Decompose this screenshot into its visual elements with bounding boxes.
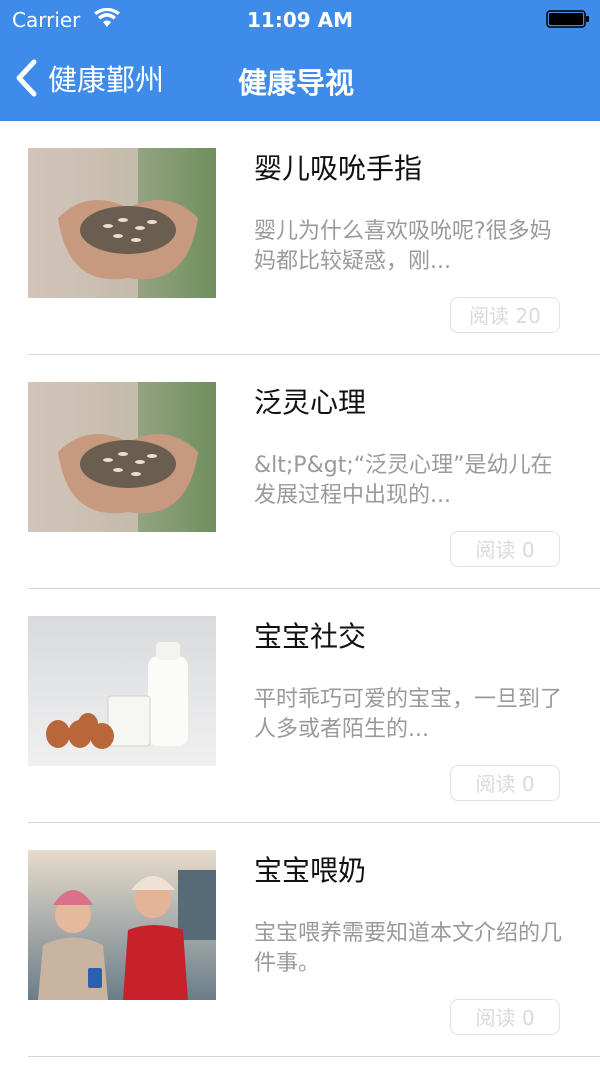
- article-title: 宝宝喂奶: [254, 854, 367, 887]
- list-item[interactable]: 宝宝喂奶 宝宝喂养需要知道本文介绍的几件事。 阅读 0: [0, 823, 600, 1057]
- read-count: 20: [515, 304, 541, 328]
- clock: 11:09 AM: [246, 8, 353, 32]
- divider: [28, 1056, 600, 1057]
- back-button[interactable]: 健康鄞州: [14, 58, 164, 98]
- read-label: 阅读: [475, 1006, 522, 1030]
- article-title: 宝宝社交: [254, 620, 367, 653]
- seeds-in-hands-image: [28, 382, 216, 532]
- list-item[interactable]: 婴儿吸吮手指 婴儿为什么喜欢吸吮呢?很多妈妈都比较疑惑，刚... 阅读 20: [0, 121, 600, 355]
- read-label: 阅读: [469, 304, 516, 328]
- read-count-button[interactable]: 阅读 20: [450, 297, 560, 333]
- article-title: 婴儿吸吮手指: [254, 152, 423, 185]
- nav-bar: 健康鄞州 健康导视: [0, 44, 600, 121]
- read-count-button[interactable]: 阅读 0: [450, 999, 560, 1035]
- status-bar: Carrier 11:09 AM: [0, 0, 600, 40]
- article-list: 婴儿吸吮手指 婴儿为什么喜欢吸吮呢?很多妈妈都比较疑惑，刚... 阅读 20 泛…: [0, 121, 600, 1057]
- article-summary: &lt;P&gt;“泛灵心理”是幼儿在发展过程中出现的...: [254, 453, 553, 508]
- read-label: 阅读: [475, 772, 522, 796]
- two-women-winter-image: [28, 850, 216, 1000]
- read-count: 0: [521, 538, 535, 562]
- header: Carrier 11:09 AM 健康鄞州 健康导视: [0, 0, 600, 121]
- back-label: 健康鄞州: [48, 63, 165, 97]
- page-title: 健康导视: [238, 66, 355, 100]
- article-title: 泛灵心理: [254, 386, 367, 419]
- read-count: 0: [521, 772, 535, 796]
- article-summary: 平时乖巧可爱的宝宝，一旦到了人多或者陌生的...: [254, 687, 563, 742]
- list-item[interactable]: 泛灵心理 &lt;P&gt;“泛灵心理”是幼儿在发展过程中出现的... 阅读 0: [0, 355, 600, 589]
- article-thumbnail: [28, 616, 216, 766]
- milk-and-eggs-image: [28, 616, 216, 766]
- article-summary: 婴儿为什么喜欢吸吮呢?很多妈妈都比较疑惑，刚...: [254, 219, 552, 274]
- read-count-button[interactable]: 阅读 0: [450, 765, 560, 801]
- article-summary: 宝宝喂养需要知道本文介绍的几件事。: [254, 921, 563, 976]
- battery-icon: [546, 10, 589, 28]
- article-thumbnail: [28, 850, 216, 1000]
- list-item[interactable]: 宝宝社交 平时乖巧可爱的宝宝，一旦到了人多或者陌生的... 阅读 0: [0, 589, 600, 823]
- read-count: 0: [521, 1006, 535, 1030]
- article-thumbnail: [28, 148, 216, 298]
- read-count-button[interactable]: 阅读 0: [450, 531, 560, 567]
- chevron-left-icon: [16, 59, 37, 97]
- seeds-in-hands-image: [28, 148, 216, 298]
- article-thumbnail: [28, 382, 216, 532]
- read-label: 阅读: [475, 538, 522, 562]
